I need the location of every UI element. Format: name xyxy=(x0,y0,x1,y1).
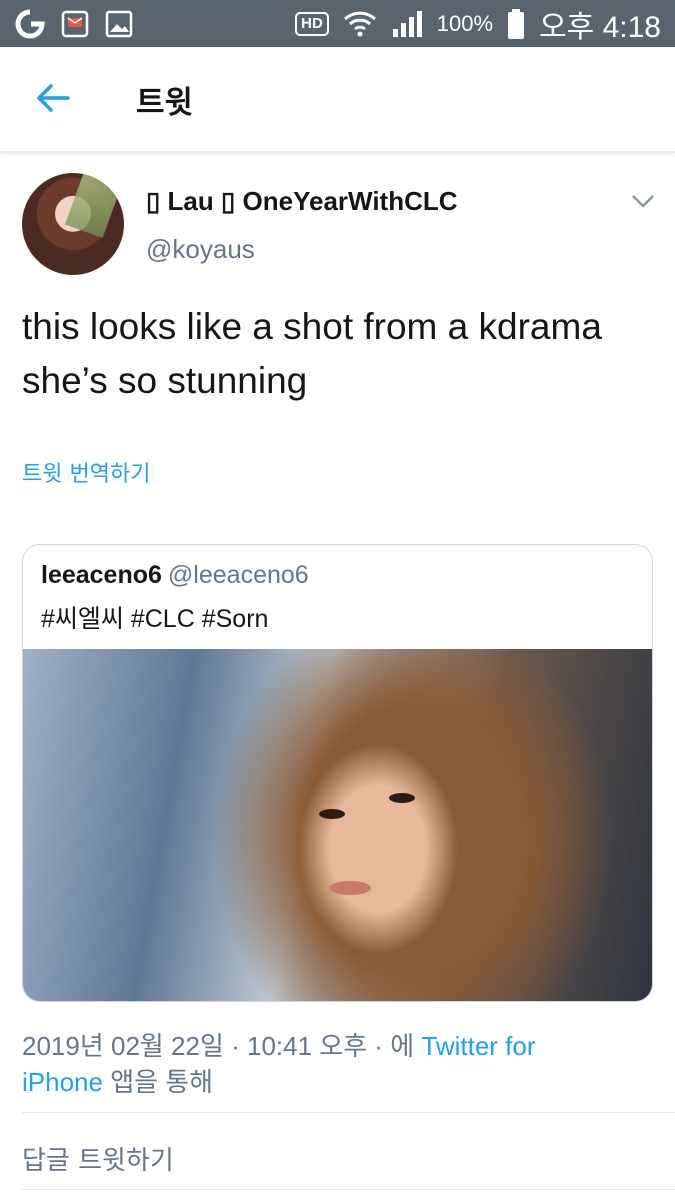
app-g-icon xyxy=(14,8,46,40)
status-bar-right: HD 100% 오후 4:18 xyxy=(295,2,661,46)
divider xyxy=(22,1189,675,1190)
source-link[interactable]: Twitter for xyxy=(421,1031,535,1061)
tweet-timestamp: 2019년 02월 22일 · 10:41 오후 · 에 xyxy=(22,1031,422,1061)
hd-voice-icon: HD xyxy=(295,11,329,36)
photo-detail xyxy=(319,809,345,819)
app-header: 트윗 xyxy=(0,47,675,153)
quoted-tweet-card[interactable]: leeaceno6 @leeaceno6 #씨엘씨 #CLC #Sorn xyxy=(22,544,653,1002)
signal-icon xyxy=(391,9,423,39)
quoted-tweet-handle: @leeaceno6 xyxy=(167,561,309,589)
hd-label: HD xyxy=(295,11,329,36)
source-link-continued[interactable]: iPhone xyxy=(22,1067,103,1097)
back-button[interactable] xyxy=(30,77,76,123)
divider xyxy=(22,1112,675,1113)
reply-button[interactable]: 답글 트윗하기 xyxy=(22,1140,174,1177)
battery-percent: 100% xyxy=(436,10,494,36)
page-title: 트윗 xyxy=(136,85,194,121)
message-icon xyxy=(60,9,90,39)
quoted-tweet-name: leeaceno6 xyxy=(41,561,162,589)
clock: 오후 4:18 xyxy=(539,10,661,44)
status-bar-left xyxy=(14,8,134,40)
back-arrow-icon xyxy=(36,83,70,117)
quoted-tweet-text: #씨엘씨 #CLC #Sorn xyxy=(41,605,269,633)
tweet-meta: 2019년 02월 22일 · 10:41 오후 · 에 Twitter for… xyxy=(22,1028,642,1100)
wifi-icon xyxy=(343,9,377,39)
gallery-icon xyxy=(104,9,134,39)
battery-icon xyxy=(507,8,525,40)
photo-detail xyxy=(389,793,415,803)
tweet-text: this looks like a shot from a kdrama she… xyxy=(22,306,602,401)
more-options-button[interactable] xyxy=(628,190,658,216)
photo-detail xyxy=(329,881,371,895)
quoted-tweet-photo[interactable] xyxy=(23,649,652,1001)
display-name[interactable]: ▯ Lau ▯ OneYearWithCLC xyxy=(146,186,458,217)
username[interactable]: @koyaus xyxy=(146,234,255,265)
avatar[interactable] xyxy=(22,173,124,275)
source-suffix: 앱을 통해 xyxy=(102,1067,214,1097)
quoted-tweet-header: leeaceno6 @leeaceno6 xyxy=(41,561,309,590)
translate-tweet-link[interactable]: 트윗 번역하기 xyxy=(22,456,150,488)
chevron-down-icon xyxy=(630,193,656,213)
status-bar: HD 100% 오후 4:18 xyxy=(0,0,675,47)
